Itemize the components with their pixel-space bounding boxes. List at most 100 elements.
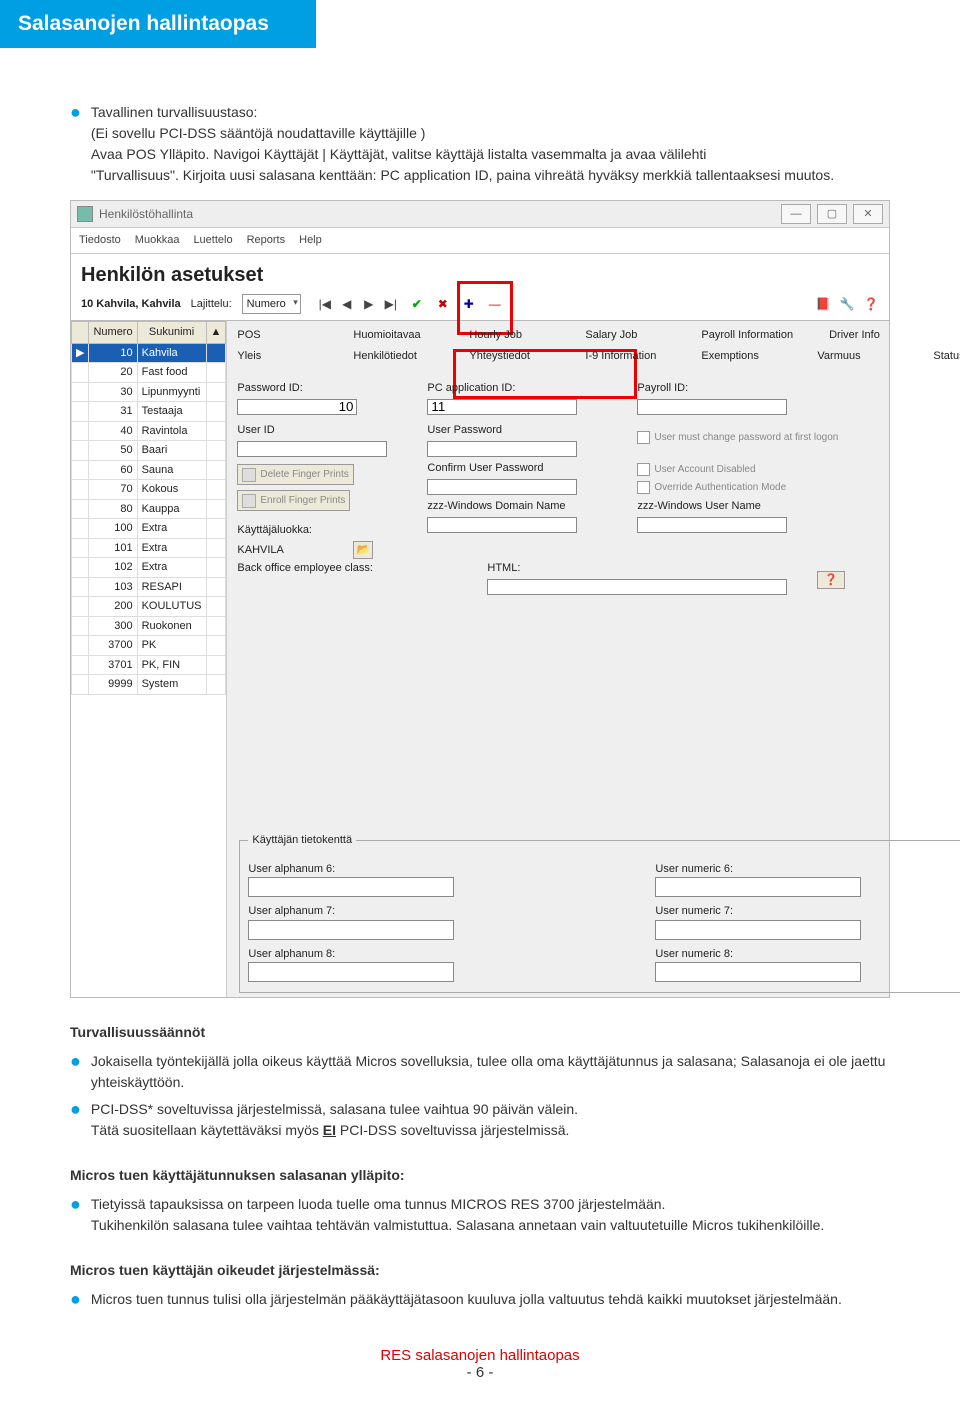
checkbox-override-auth[interactable]: Override Authentication Mode — [637, 480, 786, 495]
help-icon[interactable]: ❓ — [863, 296, 879, 312]
nav-last-icon[interactable]: ▶| — [383, 296, 399, 312]
input-user-pwd[interactable] — [427, 441, 577, 457]
rule-3: ● Tietyissä tapauksissa on tarpeen luoda… — [70, 1194, 890, 1236]
tab-row-2: Yleis Henkilötiedot Yhteystiedot I-9 Inf… — [237, 346, 960, 367]
tab-driver-info[interactable]: Driver Info — [829, 327, 909, 344]
input-password-id[interactable] — [237, 399, 357, 415]
table-row[interactable]: 20Fast food — [72, 363, 226, 383]
support-pw-heading: Micros tuen käyttäjätunnuksen salasanan … — [70, 1165, 890, 1186]
input-domain[interactable] — [427, 517, 577, 533]
dropdown-user-class[interactable]: KAHVILA — [237, 542, 347, 559]
tab-status[interactable]: Status — [933, 348, 960, 365]
bullet-dot-icon: ● — [70, 1099, 81, 1141]
employee-table: Numero Sukunimi ▲ ▶10Kahvila20Fast food3… — [71, 321, 226, 695]
label-ua8: User alphanum 8: — [248, 946, 595, 963]
bullet-dot-icon: ● — [70, 1051, 81, 1093]
menu-muokkaa[interactable]: Muokkaa — [135, 232, 180, 249]
rule-2: ● PCI-DSS* soveltuvissa järjestelmissä, … — [70, 1099, 890, 1141]
menu-reports[interactable]: Reports — [247, 232, 286, 249]
col-sukunimi[interactable]: Sukunimi — [137, 322, 206, 344]
tab-exemptions[interactable]: Exemptions — [701, 348, 781, 365]
table-row[interactable]: 102Extra — [72, 558, 226, 578]
button-delete-fingerprints[interactable]: Delete Finger Prints — [237, 464, 353, 485]
table-row[interactable]: 3701PK, FIN — [72, 655, 226, 675]
rule-3-text: Tietyissä tapauksissa on tarpeen luoda t… — [91, 1194, 890, 1236]
window-titlebar: Henkilöstöhallinta — ▢ ✕ — [71, 201, 889, 228]
table-row[interactable]: 9999System — [72, 675, 226, 695]
table-row[interactable]: 30Lipunmyynti — [72, 382, 226, 402]
book-icon[interactable]: 📕 — [815, 296, 831, 312]
sort-indicator-col: ▲ — [206, 322, 226, 344]
tab-yhteystiedot[interactable]: Yhteystiedot — [469, 348, 549, 365]
minimize-button[interactable]: — — [781, 204, 811, 224]
input-ua7[interactable] — [248, 920, 454, 940]
nav-first-icon[interactable]: |◀ — [317, 296, 333, 312]
field-grid: Password ID: PC application ID: Payroll … — [237, 372, 960, 602]
tab-henkilotiedot[interactable]: Henkilötiedot — [353, 348, 433, 365]
checkbox-first-logon[interactable]: User must change password at first logon — [637, 430, 838, 445]
sort-label: Lajittelu: — [191, 296, 232, 313]
header-title: Salasanojen hallintaopas — [0, 0, 316, 48]
input-un7[interactable] — [655, 920, 861, 940]
table-row[interactable]: 50Baari — [72, 441, 226, 461]
nav-prev-icon[interactable]: ◀ — [339, 296, 355, 312]
table-row[interactable]: 300Ruokonen — [72, 616, 226, 636]
sort-dropdown[interactable]: Numero — [242, 294, 301, 315]
table-row[interactable]: 40Ravintola — [72, 421, 226, 441]
table-row[interactable]: 200KOULUTUS — [72, 597, 226, 617]
table-row[interactable]: 60Sauna — [72, 460, 226, 480]
table-row[interactable]: 100Extra — [72, 519, 226, 539]
button-enroll-fingerprints[interactable]: Enroll Finger Prints — [237, 490, 350, 511]
input-confirm-pwd[interactable] — [427, 479, 577, 495]
label-ua7: User alphanum 7: — [248, 903, 595, 920]
table-row[interactable]: 3700PK — [72, 636, 226, 656]
input-payroll-id[interactable] — [637, 399, 787, 415]
tab-payroll-info[interactable]: Payroll Information — [701, 327, 793, 344]
tab-huomioitavaa[interactable]: Huomioitavaa — [353, 327, 433, 344]
cancel-icon[interactable]: ✖ — [435, 296, 451, 312]
label-ua6: User alphanum 6: — [248, 861, 595, 878]
menu-luettelo[interactable]: Luettelo — [193, 232, 232, 249]
label-payroll-id: Payroll ID: — [637, 380, 787, 397]
table-row[interactable]: 101Extra — [72, 538, 226, 558]
input-win-user[interactable] — [637, 517, 787, 533]
table-row[interactable]: ▶10Kahvila — [72, 343, 226, 363]
table-row[interactable]: 80Kauppa — [72, 499, 226, 519]
input-ua6[interactable] — [248, 877, 454, 897]
input-un6[interactable] — [655, 877, 861, 897]
menu-help[interactable]: Help — [299, 232, 322, 249]
window-title: Henkilöstöhallinta — [99, 205, 781, 223]
input-un8[interactable] — [655, 962, 861, 982]
table-row[interactable]: 103RESAPI — [72, 577, 226, 597]
input-ua8[interactable] — [248, 962, 454, 982]
input-user-id[interactable] — [237, 441, 387, 457]
confirm-icon[interactable]: ✔ — [409, 296, 425, 312]
close-button[interactable]: ✕ — [853, 204, 883, 224]
table-row[interactable]: 70Kokous — [72, 480, 226, 500]
input-pc-app-id[interactable] — [427, 399, 577, 415]
label-un8: User numeric 8: — [655, 946, 960, 963]
menu-tiedosto[interactable]: Tiedosto — [79, 232, 121, 249]
footer-title: RES salasanojen hallintaopas — [0, 1347, 960, 1364]
intro-heading: Tavallinen turvallisuustaso: — [91, 102, 890, 123]
tab-yleis[interactable]: Yleis — [237, 348, 317, 365]
nav-next-icon[interactable]: ▶ — [361, 296, 377, 312]
form-body: Numero Sukunimi ▲ ▶10Kahvila20Fast food3… — [71, 321, 889, 997]
fingerprint-icon — [242, 494, 256, 508]
input-html[interactable] — [487, 579, 787, 595]
settings-icon[interactable]: 🔧 — [839, 296, 855, 312]
tab-varmuus[interactable]: Varmuus — [817, 348, 897, 365]
tab-salary-job[interactable]: Salary Job — [585, 327, 665, 344]
tab-hourly-job[interactable]: Hourly Job — [469, 327, 549, 344]
folder-icon[interactable]: 📂 — [353, 541, 373, 559]
help-question-icon[interactable]: ❓ — [817, 571, 845, 589]
checkbox-account-disabled[interactable]: User Account Disabled — [637, 462, 755, 477]
table-row[interactable]: 31Testaaja — [72, 402, 226, 422]
intro-line2b: "Turvallisuus". Kirjoita uusi salasana k… — [91, 167, 834, 183]
maximize-button[interactable]: ▢ — [817, 204, 847, 224]
tab-i9[interactable]: I-9 Information — [585, 348, 665, 365]
tab-pos[interactable]: POS — [237, 327, 317, 344]
rule-4-text: Micros tuen tunnus tulisi olla järjestel… — [91, 1289, 890, 1311]
col-numero[interactable]: Numero — [89, 322, 137, 344]
label-html: HTML: — [487, 560, 787, 577]
